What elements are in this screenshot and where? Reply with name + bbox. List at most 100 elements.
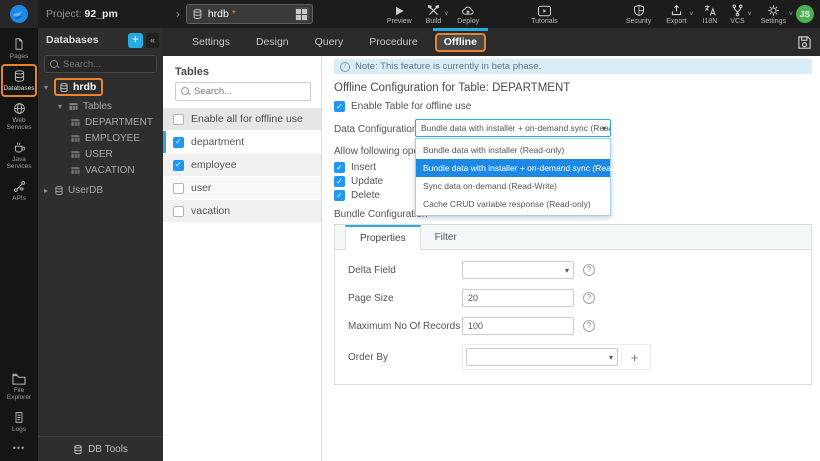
tree-node-table[interactable]: DEPARTMENT xyxy=(38,114,163,130)
tab-settings[interactable]: Settings xyxy=(179,28,243,56)
update-checkbox[interactable]: ✓ xyxy=(334,176,345,187)
tree-node-hrdb[interactable]: ▾ hrdb xyxy=(38,78,163,96)
sidebar-item-logs[interactable]: Logs xyxy=(1,406,37,437)
sidebar-item-databases[interactable]: Databases xyxy=(1,64,37,97)
search-icon xyxy=(181,87,190,96)
tree-node-table[interactable]: VACATION xyxy=(38,162,163,178)
table-row-user[interactable]: user xyxy=(163,177,321,200)
tab-filter[interactable]: Filter xyxy=(421,225,471,249)
app-logo[interactable] xyxy=(0,0,38,28)
tree-node-table[interactable]: USER xyxy=(38,146,163,162)
top-bar: Project: 92_pm › hrdb * Preview Build ˅ … xyxy=(0,0,820,28)
add-database-button[interactable]: + xyxy=(128,32,143,48)
tree-node-userdb[interactable]: ▸ UserDB xyxy=(38,182,163,198)
chevron-down-icon: ˅ xyxy=(747,11,752,18)
collapse-panel-icon[interactable]: « xyxy=(146,32,159,48)
operation-delete-row[interactable]: ✓ Delete xyxy=(334,190,380,201)
tables-search-input[interactable] xyxy=(194,86,294,97)
enable-table-row[interactable]: ✓ Enable Table for offline use xyxy=(334,101,471,112)
build-button[interactable]: Build ˅ xyxy=(426,3,448,25)
tree-node-table[interactable]: EMPLOYEE xyxy=(38,130,163,146)
table-checkbox[interactable]: ✓ xyxy=(173,136,184,148)
settings-button[interactable]: Settings ˅ xyxy=(761,3,793,25)
help-icon[interactable]: ? xyxy=(583,292,595,304)
security-button[interactable]: Security xyxy=(626,3,651,25)
tab-properties[interactable]: Properties xyxy=(345,225,421,250)
sidebar-item-pages[interactable]: Pages xyxy=(1,32,37,64)
save-floppy-icon xyxy=(798,35,811,49)
search-icon xyxy=(50,59,59,69)
chevron-right-icon[interactable]: › xyxy=(176,7,180,21)
offline-config-area: i Note: This feature is currently in bet… xyxy=(322,56,820,461)
sidebar-item-web-services[interactable]: Web Services xyxy=(1,97,37,136)
annotation-box-hrdb: hrdb xyxy=(54,78,104,96)
tree-node-tables-group[interactable]: ▾ Tables xyxy=(38,98,163,114)
tables-search[interactable] xyxy=(175,82,311,101)
doc-tab-strip: Settings Design Query Procedure Offline xyxy=(163,28,820,56)
table-checkbox[interactable]: ✓ xyxy=(173,159,184,171)
caret-down-icon[interactable]: ▾ xyxy=(42,83,50,92)
tab-design[interactable]: Design xyxy=(243,28,302,56)
sidebar-item-file-explorer[interactable]: File Explorer xyxy=(1,368,37,406)
table-checkbox[interactable] xyxy=(173,182,184,194)
folder-icon xyxy=(12,373,26,385)
save-button[interactable] xyxy=(797,35,812,50)
table-checkbox[interactable] xyxy=(173,205,184,217)
sidebar-item-java-services[interactable]: Java Services xyxy=(1,136,37,175)
database-search-input[interactable] xyxy=(63,58,143,70)
tutorials-button[interactable]: Tutorials xyxy=(531,3,558,25)
preview-button[interactable]: Preview xyxy=(387,3,412,25)
page-icon xyxy=(13,37,25,51)
database-icon xyxy=(55,185,63,195)
play-icon xyxy=(394,3,405,17)
order-by-select[interactable]: ▾ xyxy=(466,348,618,366)
dropdown-option[interactable]: Cache CRUD variable response (Read-only) xyxy=(416,195,610,213)
more-icon[interactable]: ••• xyxy=(13,437,25,461)
table-row-vacation[interactable]: vacation xyxy=(163,200,321,223)
add-order-by-button[interactable]: + xyxy=(621,348,647,366)
translate-icon xyxy=(703,3,717,17)
vcs-button[interactable]: VCS ˅ xyxy=(730,3,752,25)
table-row-department[interactable]: ✓ department xyxy=(163,131,321,154)
page-size-row: Page Size ? xyxy=(348,289,595,307)
page-size-input[interactable] xyxy=(468,293,558,303)
sidebar-item-apis[interactable]: APIs xyxy=(1,175,37,206)
database-icon xyxy=(193,9,202,19)
insert-checkbox[interactable]: ✓ xyxy=(334,162,345,173)
enable-all-row[interactable]: Enable all for offline use xyxy=(163,108,321,131)
caret-right-icon[interactable]: ▸ xyxy=(42,186,50,195)
tab-offline[interactable]: Offline xyxy=(431,28,490,56)
tab-procedure[interactable]: Procedure xyxy=(356,28,430,56)
dashboard-grid-icon[interactable] xyxy=(294,7,309,21)
deploy-button[interactable]: Deploy xyxy=(457,3,479,25)
delete-checkbox[interactable]: ✓ xyxy=(334,190,345,201)
dropdown-option[interactable]: Bundle data with installer (Read-only) xyxy=(416,141,610,159)
data-config-select[interactable]: Bundle data with installer + on-demand s… xyxy=(415,119,611,137)
help-icon[interactable]: ? xyxy=(583,320,595,332)
help-icon[interactable]: ? xyxy=(583,264,595,276)
enable-table-checkbox[interactable]: ✓ xyxy=(334,101,345,112)
data-config-label: Data Configuration xyxy=(334,124,418,135)
dropdown-option-selected[interactable]: Bundle data with installer + on-demand s… xyxy=(416,159,641,177)
tree-node-label: hrdb xyxy=(73,81,97,93)
tree-node-label: EMPLOYEE xyxy=(85,132,141,144)
build-tools-icon xyxy=(427,3,440,17)
operation-insert-row[interactable]: ✓ Insert xyxy=(334,162,376,173)
delta-field-select[interactable]: ▾ xyxy=(462,261,574,279)
tables-panel: Tables Enable all for offline use ✓ depa… xyxy=(163,56,322,461)
db-tools-button[interactable]: DB Tools xyxy=(38,436,163,461)
export-button[interactable]: Export ˅ xyxy=(666,3,694,25)
i18n-button[interactable]: I18N xyxy=(703,3,717,25)
caret-down-icon[interactable]: ▾ xyxy=(56,102,64,111)
tab-query[interactable]: Query xyxy=(302,28,357,56)
table-row-employee[interactable]: ✓ employee xyxy=(163,154,321,177)
user-avatar[interactable]: JS xyxy=(796,5,814,23)
doc-tab-hrdb[interactable]: hrdb * xyxy=(185,4,313,24)
enable-all-checkbox[interactable] xyxy=(173,113,184,125)
database-search[interactable] xyxy=(44,55,157,73)
table-icon xyxy=(71,150,80,158)
operation-update-row[interactable]: ✓ Update xyxy=(334,176,383,187)
max-records-input[interactable] xyxy=(468,321,558,331)
db-tools-icon xyxy=(74,444,82,454)
dropdown-option[interactable]: Sync data on-demand (Read-Write) xyxy=(416,177,610,195)
